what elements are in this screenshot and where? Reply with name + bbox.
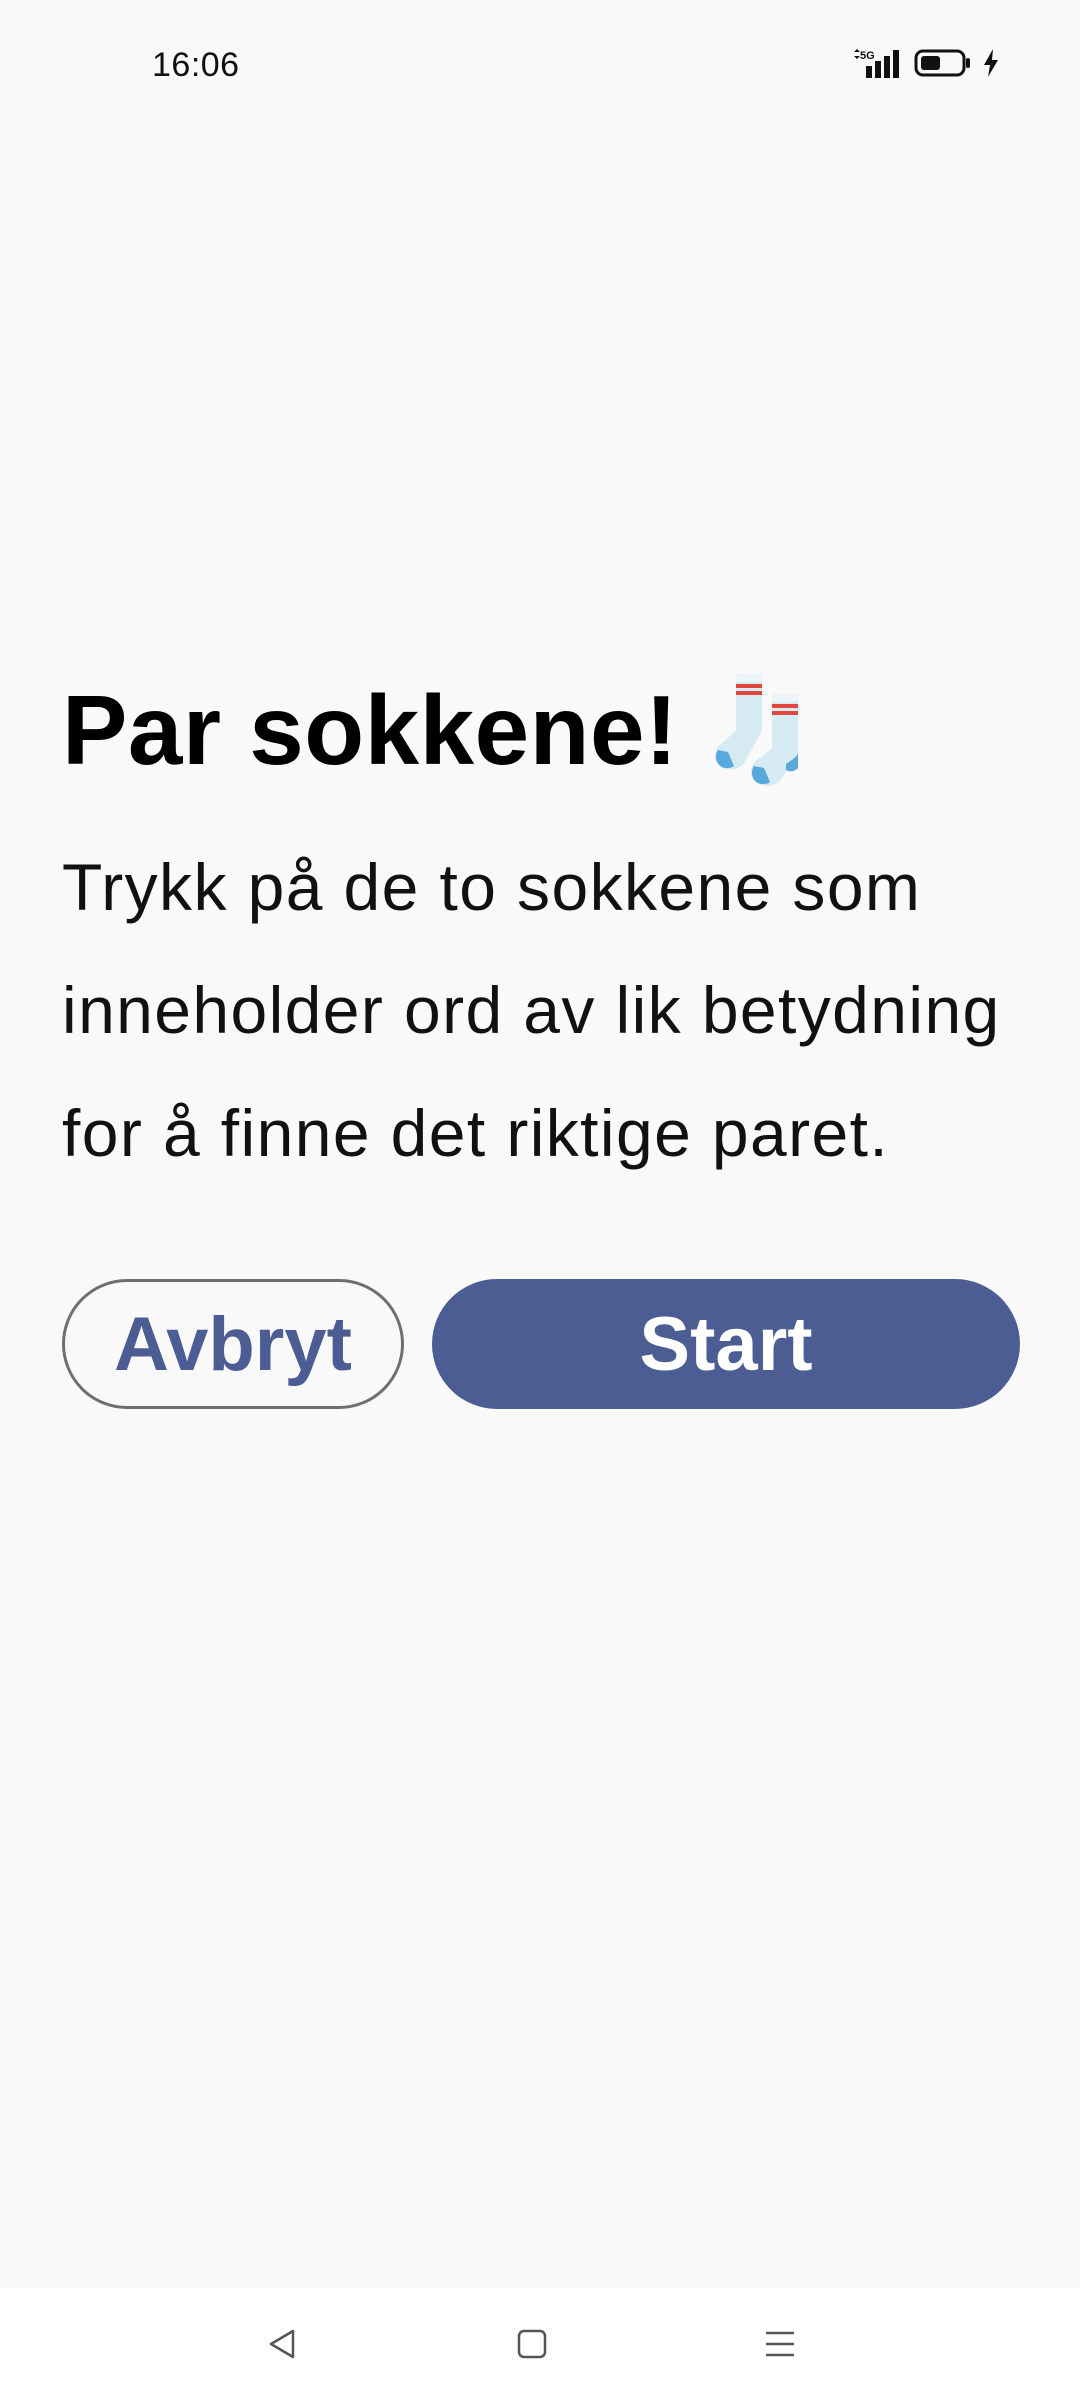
- intro-card: Par sokkene! Trykk på de to sokkene som …: [62, 670, 1022, 1409]
- charging-bolt-icon: [982, 48, 1000, 78]
- recents-menu-icon[interactable]: [750, 2314, 810, 2374]
- status-bar: 16:06 5G: [0, 0, 1080, 140]
- battery-icon: [914, 48, 972, 78]
- cancel-button[interactable]: Avbryt: [62, 1279, 404, 1409]
- socks-icon: [706, 668, 816, 793]
- back-icon[interactable]: [252, 2314, 312, 2374]
- home-icon[interactable]: [502, 2314, 562, 2374]
- network-label: 5G: [860, 50, 875, 62]
- title-row: Par sokkene!: [62, 670, 1022, 790]
- action-buttons: Avbryt Start: [62, 1279, 1022, 1409]
- status-icons: 5G: [852, 48, 1000, 78]
- system-nav-bar: [0, 2288, 1080, 2400]
- signal-5g-icon: 5G: [852, 48, 904, 78]
- start-button[interactable]: Start: [432, 1279, 1020, 1409]
- status-time: 16:06: [152, 46, 240, 84]
- page-title: Par sokkene!: [62, 675, 679, 785]
- instructions-text: Trykk på de to sokkene som inneholder or…: [62, 850, 1001, 1170]
